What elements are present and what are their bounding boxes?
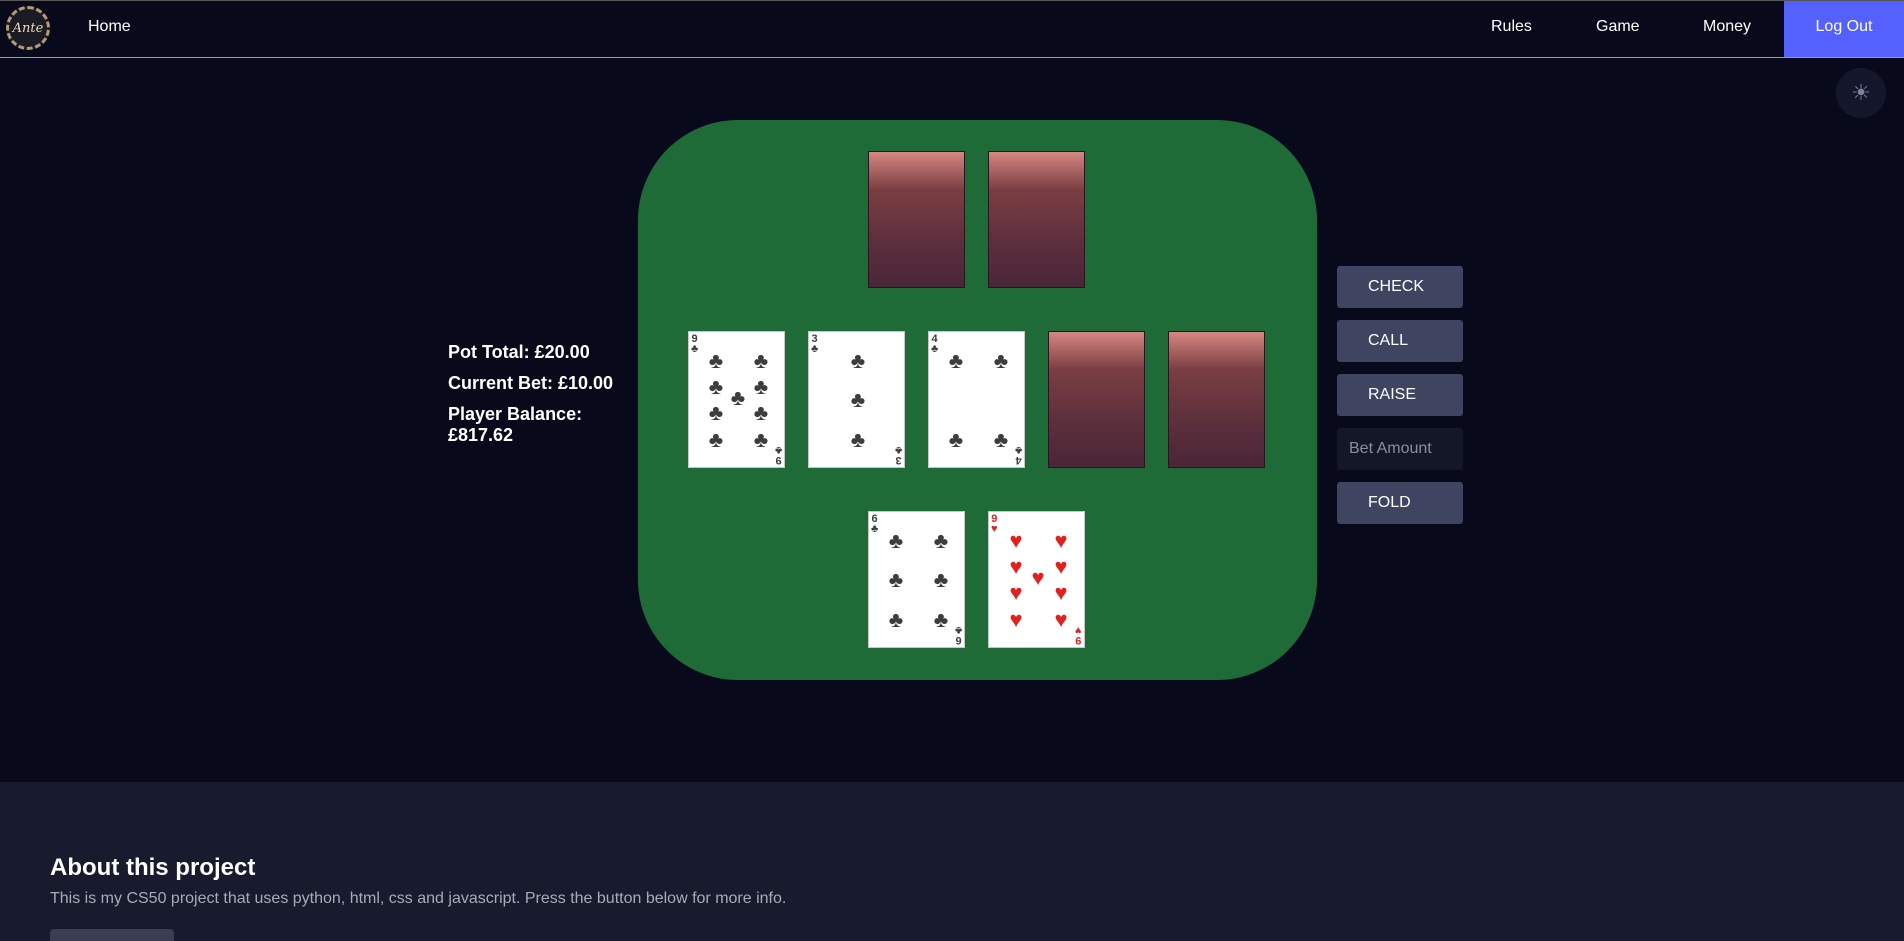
raise-button[interactable]: RAISE [1337,374,1463,416]
current-bet: Current Bet: £10.00 [448,373,614,393]
check-button[interactable]: CHECK [1337,266,1463,308]
club-pip-icon: ♣ [753,374,769,399]
club-pip-icon: ♣ [993,348,1009,373]
heart-pip-icon: ♥ [1009,607,1023,632]
more-info-button[interactable] [50,929,174,941]
heart-pip-icon: ♥ [1009,554,1023,579]
about-title: About this project [50,854,256,881]
club-pip-icon: ♣ [708,427,724,452]
heart-pip-icon: ♥ [1054,580,1068,605]
opponent-card-2 [988,151,1085,288]
action-panel: CHECK CALL RAISE FOLD [1337,266,1463,536]
nav-money-link[interactable]: Money [1703,1,1751,57]
community-card-5 [1168,331,1265,468]
heart-pip-icon: ♥ [1009,580,1023,605]
logout-button[interactable]: Log Out [1784,1,1904,57]
pot-total: Pot Total: £20.00 [448,342,590,362]
card-corner-bottom: 3 ♣ [894,444,902,466]
club-pip-icon: ♣ [888,567,904,592]
player-balance: Player Balance: £817.62 [448,404,583,445]
card-corner-top: 3 ♣ [811,333,819,355]
club-pip-icon: ♣ [888,607,904,632]
club-pip-icon: ♣ [753,427,769,452]
club-pip-icon: ♣ [753,348,769,373]
opponent-card-1 [868,151,965,288]
casino-chip-logo[interactable]: Ante [6,6,50,50]
heart-pip-icon: ♥ [1009,528,1023,553]
bet-amount-input[interactable] [1337,428,1463,470]
heart-pip-icon: ♥ [1031,565,1045,590]
club-pip-icon: ♣ [708,348,724,373]
top-nav: Ante Home Rules Game Money Log Out [0,0,1904,58]
call-button[interactable]: CALL [1337,320,1463,362]
card-corner-top: 4 ♣ [931,333,939,355]
club-pip-icon: ♣ [850,348,866,373]
club-pip-icon: ♣ [948,348,964,373]
poker-table: 9 ♣ 9 ♣ ♣ ♣ ♣ ♣ ♣ ♣ ♣ ♣ ♣ 3 ♣ 3 ♣ ♣ ♣ ♣ 4 ♣ 4… [638,120,1317,680]
club-pip-icon: ♣ [708,400,724,425]
logo-text: Ante [12,20,44,36]
theme-toggle-button[interactable]: ☀ [1836,68,1886,118]
community-card-4 [1048,331,1145,468]
card-corner-bottom: 9 ♣ [774,444,782,466]
club-pip-icon: ♣ [730,385,746,410]
sun-icon: ☀ [1851,80,1871,105]
player-card-1: 6 ♣ 6 ♣ ♣ ♣ ♣ ♣ ♣ ♣ [868,511,965,648]
community-card-2: 3 ♣ 3 ♣ ♣ ♣ ♣ [808,331,905,468]
card-corner-top: 9 ♣ [691,333,699,355]
nav-game-link[interactable]: Game [1596,1,1640,57]
club-pip-icon: ♣ [993,427,1009,452]
about-section: About this project This is my CS50 proje… [0,782,1904,941]
heart-pip-icon: ♥ [1054,554,1068,579]
club-pip-icon: ♣ [933,607,949,632]
nav-rules-link[interactable]: Rules [1491,1,1532,57]
card-corner-top: 9 ♥ [991,513,998,535]
fold-button[interactable]: FOLD [1337,482,1463,524]
club-pip-icon: ♣ [850,387,866,412]
card-corner-bottom: 4 ♣ [1014,444,1022,466]
community-card-3: 4 ♣ 4 ♣ ♣ ♣ ♣ ♣ [928,331,1025,468]
club-pip-icon: ♣ [948,427,964,452]
heart-pip-icon: ♥ [1054,607,1068,632]
about-text: This is my CS50 project that uses python… [50,890,787,907]
club-pip-icon: ♣ [708,374,724,399]
nav-home-link[interactable]: Home [88,1,131,57]
card-corner-top: 6 ♣ [871,513,879,535]
player-card-2: 9 ♥ 9 ♥ ♥ ♥ ♥ ♥ ♥ ♥ ♥ ♥ ♥ [988,511,1085,648]
community-card-1: 9 ♣ 9 ♣ ♣ ♣ ♣ ♣ ♣ ♣ ♣ ♣ ♣ [688,331,785,468]
game-stats: Pot Total: £20.00 Current Bet: £10.00 Pl… [448,342,628,456]
club-pip-icon: ♣ [933,528,949,553]
card-corner-bottom: 9 ♥ [1075,624,1082,646]
club-pip-icon: ♣ [850,427,866,452]
club-pip-icon: ♣ [753,400,769,425]
club-pip-icon: ♣ [888,528,904,553]
heart-pip-icon: ♥ [1054,528,1068,553]
club-pip-icon: ♣ [933,567,949,592]
card-corner-bottom: 6 ♣ [954,624,962,646]
